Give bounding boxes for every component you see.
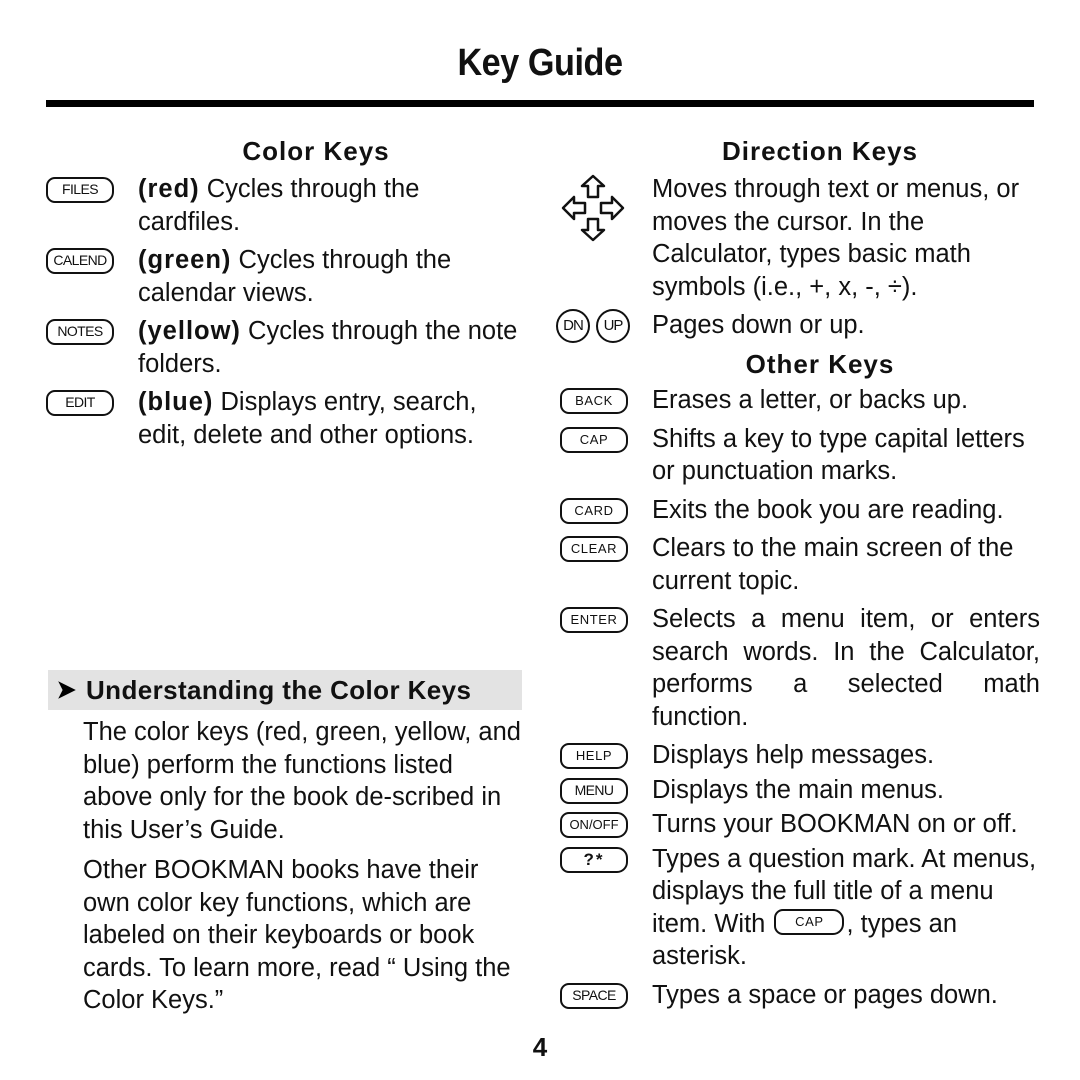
other-key-row: MENU Displays the main menus.: [560, 774, 1040, 807]
key-description: Selects a menu item, or enters search wo…: [652, 605, 1040, 731]
color-keys-section: Color Keys FILES (red) Cycles through th…: [46, 132, 526, 457]
direction-keys-heading: Direction Keys: [721, 136, 919, 166]
color-key-row: CALEND (green) Cycles through the calend…: [46, 244, 526, 309]
notes-key[interactable]: NOTES: [46, 319, 114, 345]
key-description: Pages down or up.: [652, 311, 865, 339]
other-keys-heading: Other Keys: [745, 349, 895, 379]
understanding-paragraph: The color keys (red, green, yellow, and …: [83, 718, 521, 844]
other-key-row: HELP Displays help messages.: [560, 739, 1040, 772]
key-description: Turns your BOOKMAN on or off.: [652, 810, 1018, 838]
card-key[interactable]: CARD: [560, 497, 628, 524]
other-key-row: BACK Erases a letter, or backs up.: [560, 384, 1040, 417]
direction-row: Moves through text or menus, or moves th…: [560, 173, 1040, 303]
understanding-body: The color keys (red, green, yellow, and …: [83, 716, 528, 1025]
key-description: Shifts a key to type capital letters or …: [652, 424, 1025, 486]
menu-key[interactable]: MENU: [560, 777, 628, 804]
cap-key[interactable]: CAP: [560, 426, 628, 453]
understanding-heading: Understanding the Color Keys: [86, 674, 472, 705]
title-rule: [46, 100, 1034, 107]
color-key-row: NOTES (yellow) Cycles through the note f…: [46, 315, 526, 380]
color-keys-heading: Color Keys: [242, 136, 390, 166]
color-key-row: FILES (red) Cycles through the cardfiles…: [46, 173, 526, 238]
direction-keys-section: Direction Keys Moves through text or men…: [556, 132, 1040, 1017]
key-description: Erases a letter, or backs up.: [652, 386, 969, 414]
cap-key-inline[interactable]: CAP: [774, 908, 845, 935]
other-key-row: SPACE Types a space or pages down.: [560, 979, 1040, 1012]
other-key-row: CARD Exits the book you are reading.: [560, 494, 1040, 527]
clear-key[interactable]: CLEAR: [560, 536, 628, 562]
color-key-row: EDIT (blue) Displays entry, search, edit…: [46, 386, 526, 451]
other-key-row: ?* Types a question mark. At menus, disp…: [560, 843, 1040, 973]
help-key[interactable]: HELP: [560, 743, 628, 769]
direction-arrows-icon[interactable]: [560, 173, 626, 243]
page-title: Key Guide: [457, 42, 623, 84]
on-off-key[interactable]: ON/OFF: [560, 812, 628, 838]
dn-key[interactable]: DN: [556, 309, 590, 343]
color-word: (blue): [138, 388, 214, 416]
files-key[interactable]: FILES: [46, 177, 114, 203]
edit-key[interactable]: EDIT: [46, 390, 114, 416]
other-key-row: CAP Shifts a key to type capital letters…: [560, 423, 1040, 488]
understanding-heading-bar: Understanding the Color Keys: [48, 670, 522, 710]
key-description: Displays help messages.: [652, 741, 935, 769]
key-description: Types a space or pages down.: [652, 980, 998, 1009]
calend-key[interactable]: CALEND: [46, 248, 114, 274]
up-key[interactable]: UP: [596, 309, 630, 343]
key-description: Clears to the main screen of the current…: [652, 534, 1014, 595]
other-key-row: ENTER Selects a menu item, or enters sea…: [560, 603, 1040, 733]
key-description: Displays the main menus.: [652, 775, 944, 804]
color-word: (green): [138, 246, 232, 274]
question-asterisk-key[interactable]: ?*: [560, 846, 628, 873]
other-key-row: CLEAR Clears to the main screen of the c…: [560, 532, 1040, 597]
enter-key[interactable]: ENTER: [560, 607, 628, 633]
understanding-paragraph: Other BOOKMAN books have their own color…: [83, 856, 511, 1014]
key-description: Exits the book you are reading.: [652, 495, 1004, 524]
color-word: (red): [138, 175, 200, 203]
page-keys-row: DN UP Pages down or up.: [556, 309, 1040, 343]
key-description: Types a question mark. At menus, display…: [652, 844, 1037, 938]
back-key[interactable]: BACK: [560, 388, 628, 414]
color-word: (yellow): [138, 317, 241, 345]
other-key-row: ON/OFF Turns your BOOKMAN on or off.: [560, 808, 1040, 841]
key-description: Moves through text or menus, or moves th…: [652, 175, 1020, 301]
space-key[interactable]: SPACE: [560, 982, 628, 1009]
right-arrowhead-icon: [58, 681, 76, 699]
page-number: 4: [532, 1032, 548, 1062]
